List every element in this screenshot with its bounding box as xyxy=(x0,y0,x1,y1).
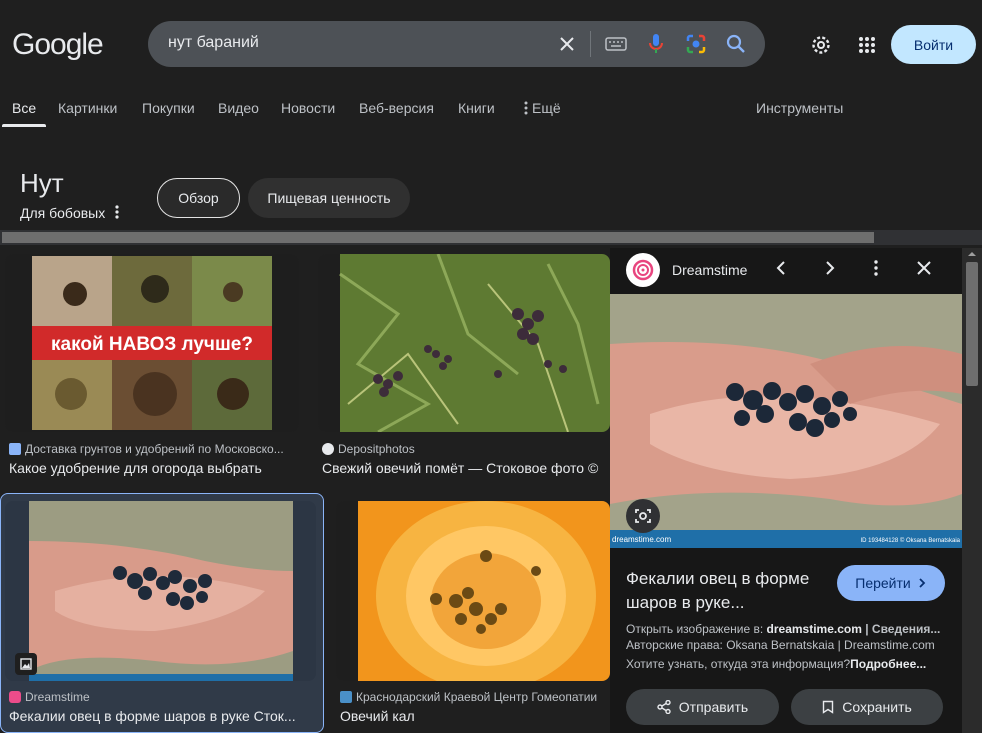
tab-books[interactable]: Книги xyxy=(458,100,495,116)
result-source-label: Доставка грунтов и удобрений по Московск… xyxy=(25,442,284,456)
result-source-3[interactable]: Dreamstime xyxy=(9,690,315,704)
next-arrow-icon[interactable] xyxy=(820,259,838,282)
open-image-line: Открыть изображение в: dreamstime.com | … xyxy=(626,622,941,636)
image-badge-icon xyxy=(15,653,37,675)
lens-search-icon[interactable] xyxy=(626,499,660,533)
result-caption-2[interactable]: Свежий овечий помёт — Стоковое фото © xyxy=(322,460,610,476)
result-caption-4[interactable]: Овечий кал xyxy=(340,708,610,724)
chip-nutrition[interactable]: Пищевая ценность xyxy=(248,178,410,218)
thumb-overlay-text: какой НАВОЗ лучше? xyxy=(51,334,253,355)
tab-web[interactable]: Веб-версия xyxy=(359,100,434,116)
panel-site-name[interactable]: Dreamstime xyxy=(672,262,747,278)
dreamstime-logo-icon[interactable] xyxy=(626,253,660,287)
keyboard-icon[interactable] xyxy=(604,32,628,56)
panel-title[interactable]: Фекалии овец в форме шаров в руке... xyxy=(626,567,836,615)
clear-icon[interactable] xyxy=(555,32,579,56)
vertical-scrollbar[interactable] xyxy=(962,248,982,733)
tab-images[interactable]: Картинки xyxy=(58,100,117,116)
tab-shopping[interactable]: Покупки xyxy=(142,100,195,116)
result-caption-1[interactable]: Какое удобрение для огорода выбрать xyxy=(9,460,299,476)
site-favicon-icon xyxy=(340,691,352,703)
result-source-label: Краснодарский Краевой Центр Гомеопатии xyxy=(356,690,598,704)
tab-more-label: Ещё xyxy=(532,100,561,116)
settings-icon[interactable] xyxy=(809,33,833,57)
tab-news[interactable]: Новости xyxy=(281,100,335,116)
share-icon xyxy=(657,700,671,714)
share-label: Отправить xyxy=(678,699,749,715)
result-source-4[interactable]: Краснодарский Краевой Центр Гомеопатии xyxy=(340,690,610,704)
panel-more-icon[interactable] xyxy=(873,259,879,282)
tab-video[interactable]: Видео xyxy=(218,100,259,116)
result-image-2[interactable] xyxy=(318,254,610,432)
panel-preview-image[interactable]: dreamstime.com ID 193484128 © Oksana Ber… xyxy=(610,294,962,548)
horizontal-scrollbar[interactable] xyxy=(0,230,982,245)
result-caption-3[interactable]: Фекалии овец в форме шаров в руке Сток..… xyxy=(9,708,315,724)
chevron-right-icon xyxy=(919,578,926,588)
signin-button[interactable]: Войти xyxy=(891,25,976,64)
learn-more-link[interactable]: Подробнее... xyxy=(850,657,926,671)
result-source-2[interactable]: Depositphotos xyxy=(322,442,610,456)
share-button[interactable]: Отправить xyxy=(626,689,779,725)
search-icon[interactable] xyxy=(724,32,748,56)
bookmark-icon xyxy=(823,700,834,714)
search-tabs: Все Картинки Покупки Видео Новости Веб-в… xyxy=(0,92,982,128)
result-image-3[interactable] xyxy=(5,501,316,681)
result-source-1[interactable]: Доставка грунтов и удобрений по Московск… xyxy=(9,442,299,456)
search-input[interactable]: нут бараний xyxy=(168,34,259,52)
divider xyxy=(590,31,591,57)
prev-arrow-icon[interactable] xyxy=(773,259,791,282)
close-icon[interactable] xyxy=(915,259,933,282)
save-label: Сохранить xyxy=(842,699,912,715)
dreamstime-favicon-icon xyxy=(9,691,21,703)
site-favicon-icon xyxy=(322,443,334,455)
result-image-4[interactable] xyxy=(336,501,610,681)
open-site-link[interactable]: dreamstime.com xyxy=(767,622,862,636)
active-tab-indicator xyxy=(2,124,46,127)
visit-button-label: Перейти xyxy=(855,575,911,591)
copyright-line: Авторские права: Oksana Bernatskaia | Dr… xyxy=(626,638,935,652)
site-favicon-icon xyxy=(9,443,21,455)
image-preview-panel: Dreamstime dreamstime.com ID 193484128 ©… xyxy=(610,248,962,733)
result-source-label: Dreamstime xyxy=(25,690,90,704)
camera-lens-icon[interactable] xyxy=(684,32,708,56)
info-line: Хотите узнать, откуда эта информация?Под… xyxy=(626,657,927,671)
scrollbar-thumb[interactable] xyxy=(2,232,874,243)
image-id-text: ID 193484128 © Oksana Bernatskaia xyxy=(861,537,961,544)
vertical-scrollbar-thumb[interactable] xyxy=(966,262,978,386)
tab-all[interactable]: Все xyxy=(12,100,36,116)
entity-title: Нут xyxy=(20,168,64,198)
tools-button[interactable]: Инструменты xyxy=(756,100,843,116)
more-vert-icon xyxy=(524,101,528,115)
result-image-1[interactable]: какой НАВОЗ лучше? xyxy=(5,254,299,432)
microphone-icon[interactable] xyxy=(644,32,668,56)
watermark-text: dreamstime.com xyxy=(612,535,671,544)
apps-grid-icon[interactable] xyxy=(855,33,879,57)
save-button[interactable]: Сохранить xyxy=(791,689,943,725)
chip-overview[interactable]: Обзор xyxy=(157,178,240,218)
entity-subtitle: Для бобовых xyxy=(20,205,106,221)
search-bar[interactable]: нут бараний xyxy=(148,21,765,67)
result-source-label: Depositphotos xyxy=(338,442,415,456)
entity-more-icon[interactable] xyxy=(114,204,120,225)
visit-button[interactable]: Перейти xyxy=(837,565,945,601)
scroll-up-icon[interactable] xyxy=(968,250,976,258)
tab-more[interactable]: Ещё xyxy=(524,100,561,116)
google-logo[interactable]: Google xyxy=(12,28,104,62)
